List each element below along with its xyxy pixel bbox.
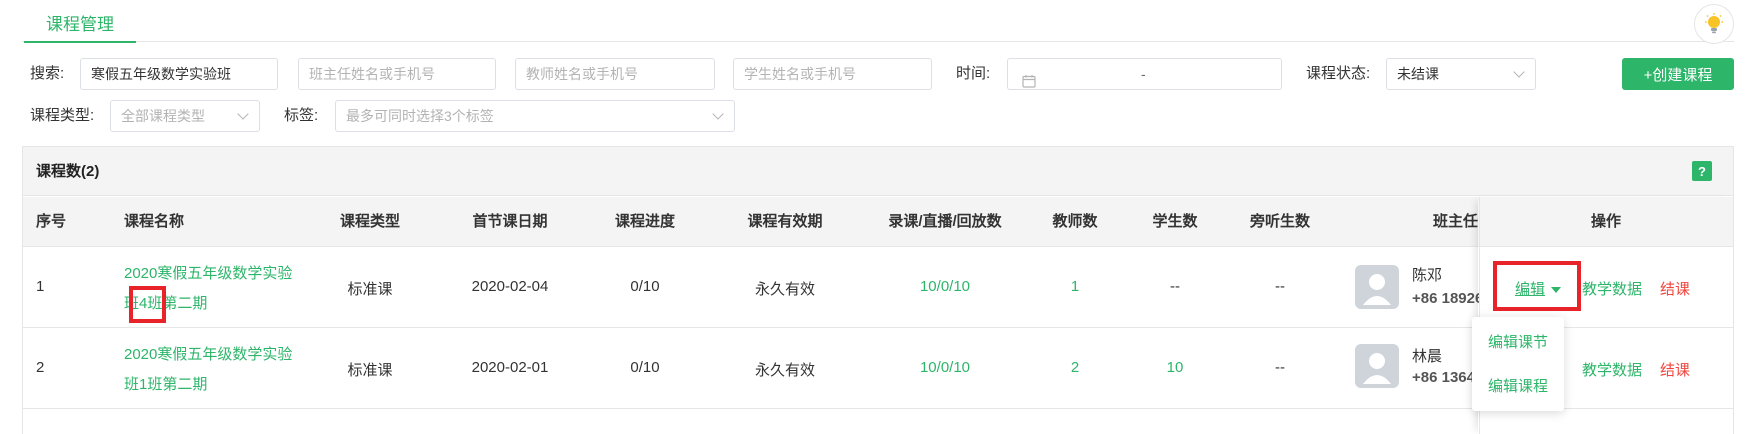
col-header-auditors: 旁听生数 bbox=[1249, 213, 1310, 230]
col-header-head-teacher: 班主任 bbox=[1433, 213, 1479, 230]
col-header-progress: 课程进度 bbox=[614, 213, 675, 230]
student-search-input[interactable]: 学生姓名或手机号 bbox=[733, 58, 932, 90]
auditor-count: -- bbox=[1275, 278, 1285, 295]
course-type: 标准课 bbox=[347, 362, 393, 379]
course-type-select-value: 全部课程类型 bbox=[121, 108, 205, 124]
avatar bbox=[1355, 265, 1399, 309]
tab-bar bbox=[22, 0, 1734, 42]
course-progress: 0/10 bbox=[630, 359, 660, 376]
status-select-value: 未结课 bbox=[1397, 66, 1439, 82]
head-teacher-name: 陈邓 bbox=[1412, 267, 1443, 284]
col-header-first-date: 首节课日期 bbox=[472, 213, 548, 230]
chevron-down-icon bbox=[237, 108, 249, 120]
course-name-link[interactable]: 2020寒假五年级数学实验 bbox=[124, 262, 292, 283]
end-course-link[interactable]: 结课 bbox=[1660, 278, 1690, 299]
course-type-select[interactable]: 全部课程类型 bbox=[110, 100, 260, 132]
tag-select[interactable]: 最多可同时选择3个标签 bbox=[335, 100, 735, 132]
tab-course-management[interactable]: 课程管理 bbox=[24, 0, 136, 43]
date-range-separator: - bbox=[1141, 66, 1146, 82]
col-header-validity: 课程有效期 bbox=[747, 213, 823, 230]
edit-dropdown-button[interactable]: 编辑 bbox=[1515, 278, 1562, 299]
col-header-teachers: 教师数 bbox=[1052, 213, 1098, 230]
menu-item-edit-lessons[interactable]: 编辑课节 bbox=[1488, 331, 1548, 352]
calendar-icon bbox=[1022, 68, 1036, 89]
search-label: 搜索: bbox=[30, 65, 65, 82]
caret-down-icon bbox=[1551, 287, 1562, 294]
course-validity: 永久有效 bbox=[754, 281, 815, 298]
first-lesson-date: 2020-02-04 bbox=[471, 278, 549, 295]
help-icon[interactable]: ? bbox=[1692, 161, 1712, 181]
teaching-data-link[interactable]: 教学数据 bbox=[1582, 359, 1642, 380]
date-range-picker[interactable]: - bbox=[1007, 58, 1282, 90]
course-name-link[interactable]: 2020寒假五年级数学实验 bbox=[124, 343, 292, 364]
course-type: 标准课 bbox=[347, 281, 393, 298]
course-progress: 0/10 bbox=[630, 278, 660, 295]
search-input[interactable]: 寒假五年级数学实验班 bbox=[80, 58, 278, 90]
student-count[interactable]: 10 bbox=[1130, 359, 1220, 376]
head-teacher-name: 林晨 bbox=[1412, 348, 1443, 365]
course-count: 课程数(2) bbox=[36, 163, 100, 180]
first-lesson-date: 2020-02-01 bbox=[471, 359, 549, 376]
col-header-type: 课程类型 bbox=[339, 213, 400, 230]
teacher-count[interactable]: 1 bbox=[1030, 278, 1120, 295]
head-teacher-phone: +86 18926 bbox=[1412, 290, 1484, 307]
course-type-label: 课程类型: bbox=[30, 107, 95, 124]
chevron-down-icon bbox=[1513, 66, 1525, 78]
tag-select-placeholder: 最多可同时选择3个标签 bbox=[346, 108, 494, 124]
course-validity: 永久有效 bbox=[754, 362, 815, 379]
course-name-link-line2[interactable]: 班1班第二期 bbox=[124, 373, 207, 394]
teaching-data-link[interactable]: 教学数据 bbox=[1582, 278, 1642, 299]
time-label: 时间: bbox=[956, 65, 991, 82]
record-live-replay-count[interactable]: 10/0/10 bbox=[870, 359, 1020, 376]
student-count: -- bbox=[1170, 278, 1180, 295]
status-select[interactable]: 未结课 bbox=[1386, 58, 1536, 90]
teacher-count[interactable]: 2 bbox=[1030, 359, 1120, 376]
head-teacher-search-input[interactable]: 班主任姓名或手机号 bbox=[298, 58, 496, 90]
auditor-count: -- bbox=[1275, 359, 1285, 376]
chevron-down-icon bbox=[712, 108, 724, 120]
col-header-name: 课程名称 bbox=[124, 213, 185, 230]
avatar bbox=[1355, 344, 1399, 388]
menu-item-edit-course[interactable]: 编辑课程 bbox=[1488, 375, 1548, 396]
row-index: 1 bbox=[36, 278, 45, 295]
course-table-header-bar bbox=[22, 146, 1734, 196]
col-header-index: 序号 bbox=[36, 213, 67, 230]
status-label: 课程状态: bbox=[1306, 65, 1371, 82]
row-index: 2 bbox=[36, 359, 45, 376]
col-header-students: 学生数 bbox=[1152, 213, 1198, 230]
tag-label: 标签: bbox=[284, 107, 319, 124]
highlight-box bbox=[129, 286, 166, 323]
col-header-record-live-replay: 录课/直播/回放数 bbox=[888, 213, 1002, 230]
record-live-replay-count[interactable]: 10/0/10 bbox=[870, 278, 1020, 295]
lightbulb-icon[interactable] bbox=[1694, 4, 1734, 44]
teacher-search-input[interactable]: 教师姓名或手机号 bbox=[515, 58, 715, 90]
end-course-link[interactable]: 结课 bbox=[1660, 359, 1690, 380]
head-teacher-phone: +86 1364 bbox=[1412, 369, 1475, 386]
create-course-button[interactable]: +创建课程 bbox=[1622, 58, 1734, 90]
